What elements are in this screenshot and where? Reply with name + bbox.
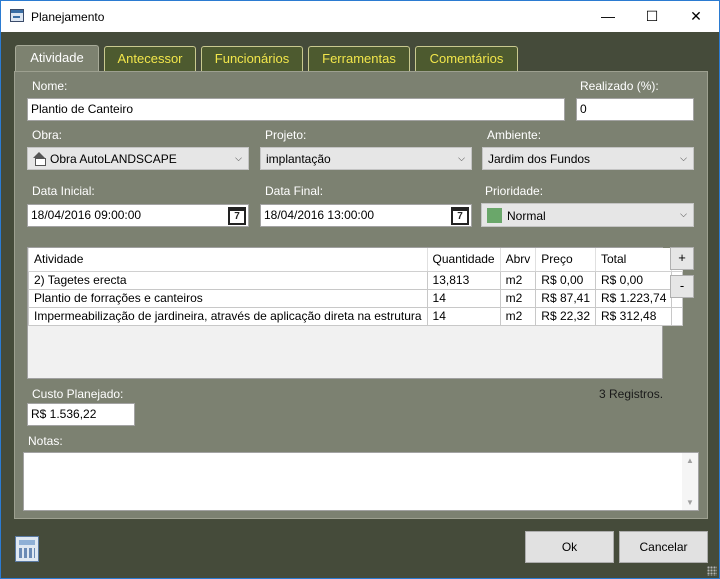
ok-button[interactable]: Ok [525, 531, 614, 563]
obra-label: Obra: [32, 128, 63, 142]
tab-comentarios[interactable]: Comentários [415, 46, 518, 71]
tab-funcionarios[interactable]: Funcionários [201, 46, 303, 71]
cell-preco[interactable]: R$ 87,41 [535, 289, 596, 308]
obra-select[interactable]: Obra AutoLANDSCAPE ⌵ [27, 147, 249, 170]
app-icon [10, 9, 24, 22]
cell-quantidade[interactable]: 14 [427, 307, 501, 326]
data-inicial-field[interactable]: 18/04/2016 09:00:00 7 [27, 204, 249, 227]
projeto-select[interactable]: implantação ⌵ [260, 147, 472, 170]
calculator-icon[interactable] [15, 536, 39, 562]
calendar-icon[interactable]: 7 [228, 207, 246, 225]
tab-atividade[interactable]: Atividade [15, 45, 99, 72]
custo-planejado-field[interactable]: R$ 1.536,22 [27, 403, 135, 426]
cell-total[interactable]: R$ 0,00 [595, 271, 673, 290]
cell-abrv[interactable]: m2 [500, 271, 537, 290]
data-final-value: 18/04/2016 13:00:00 [264, 208, 375, 222]
cell-atividade[interactable]: Impermeabilização de jardineira, através… [28, 307, 428, 326]
cell-atividade[interactable]: Plantio de forrações e canteiros [28, 289, 428, 308]
custo-planejado-label: Custo Planejado: [32, 387, 124, 401]
ambiente-value: Jardim dos Fundos [488, 152, 591, 166]
calendar-icon[interactable]: 7 [451, 207, 469, 225]
ambiente-select[interactable]: Jardim dos Fundos ⌵ [482, 147, 694, 170]
obra-value: Obra AutoLANDSCAPE [50, 152, 177, 166]
column-header-atividade[interactable]: Atividade [28, 248, 428, 272]
remove-row-button[interactable]: - [670, 275, 694, 298]
house-icon [33, 152, 46, 166]
resize-grip-icon[interactable] [707, 566, 717, 576]
atividades-grid: Atividade Quantidade Abrv Preço Total 2)… [27, 247, 684, 379]
minimize-button[interactable]: — [585, 1, 631, 32]
notas-label: Notas: [28, 434, 63, 448]
nome-label: Nome: [32, 79, 68, 93]
planejamento-window: Planejamento — ☐ ✕ Atividade Antecessor … [0, 0, 720, 579]
scroll-up-icon[interactable]: ▲ [686, 456, 694, 465]
cell-atividade[interactable]: 2) Tagetes erecta [28, 271, 428, 290]
projeto-value: implantação [266, 152, 331, 166]
cell-preco[interactable]: R$ 0,00 [535, 271, 596, 290]
projeto-label: Projeto: [265, 128, 307, 142]
data-inicial-label: Data Inicial: [32, 184, 95, 198]
data-inicial-value: 18/04/2016 09:00:00 [31, 208, 142, 222]
prioridade-select[interactable]: Normal ⌵ [481, 203, 694, 227]
cell-preco[interactable]: R$ 22,32 [535, 307, 596, 326]
column-header-abrv[interactable]: Abrv [500, 248, 537, 272]
data-final-label: Data Final: [265, 184, 324, 198]
title-bar: Planejamento — ☐ ✕ [1, 1, 719, 32]
chevron-down-icon: ⌵ [680, 209, 687, 219]
nome-field[interactable]: Plantio de Canteiro [27, 98, 565, 121]
close-button[interactable]: ✕ [673, 1, 719, 32]
chevron-down-icon: ⌵ [680, 153, 687, 163]
maximize-button[interactable]: ☐ [629, 1, 675, 32]
column-header-quantidade[interactable]: Quantidade [427, 248, 501, 272]
priority-color-swatch [487, 208, 502, 223]
table-row[interactable]: 2) Tagetes erecta 13,813 m2 R$ 0,00 R$ 0… [28, 271, 684, 290]
tab-antecessor[interactable]: Antecessor [104, 46, 196, 71]
column-header-total[interactable]: Total [595, 248, 673, 272]
ambiente-label: Ambiente: [487, 128, 542, 142]
window-title: Planejamento [31, 10, 105, 24]
cell-quantidade[interactable]: 13,813 [427, 271, 501, 290]
grid-header-row: Atividade Quantidade Abrv Preço Total [28, 248, 684, 272]
realizado-field[interactable]: 0 [576, 98, 694, 121]
notas-textarea[interactable]: ▲ ▼ [23, 452, 699, 511]
realizado-label: Realizado (%): [580, 79, 659, 93]
cell-total[interactable]: R$ 1.223,74 [595, 289, 673, 308]
table-row[interactable]: Impermeabilização de jardineira, através… [28, 307, 684, 326]
scroll-down-icon[interactable]: ▼ [686, 498, 694, 507]
prioridade-value: Normal [507, 209, 546, 223]
tab-ferramentas[interactable]: Ferramentas [308, 46, 410, 71]
table-row[interactable]: Plantio de forrações e canteiros 14 m2 R… [28, 289, 684, 308]
cell-total[interactable]: R$ 312,48 [595, 307, 673, 326]
cell-abrv[interactable]: m2 [500, 307, 537, 326]
cancel-button[interactable]: Cancelar [619, 531, 708, 563]
prioridade-label: Prioridade: [485, 184, 544, 198]
chevron-down-icon: ⌵ [235, 153, 242, 163]
cell-filler [671, 307, 684, 326]
data-final-field[interactable]: 18/04/2016 13:00:00 7 [260, 204, 472, 227]
notas-scrollbar[interactable]: ▲ ▼ [682, 453, 698, 510]
cell-abrv[interactable]: m2 [500, 289, 537, 308]
chevron-down-icon: ⌵ [458, 153, 465, 163]
tab-strip: Atividade Antecessor Funcionários Ferram… [14, 45, 708, 72]
cell-quantidade[interactable]: 14 [427, 289, 501, 308]
registros-count: 3 Registros. [599, 387, 664, 401]
column-header-preco[interactable]: Preço [535, 248, 596, 272]
add-row-button[interactable]: + [670, 247, 694, 270]
